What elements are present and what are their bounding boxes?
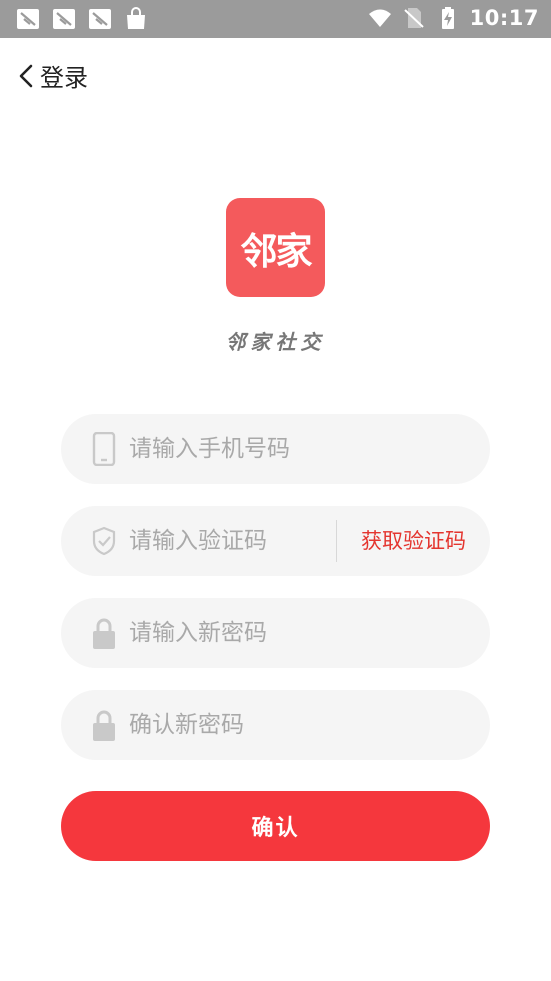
shield-icon — [92, 526, 116, 556]
notification-icon — [17, 9, 39, 29]
notification-icon — [53, 9, 75, 29]
phone-icon — [92, 432, 116, 466]
divider — [336, 520, 337, 562]
phone-input[interactable] — [129, 414, 469, 484]
status-bar-notifications — [16, 7, 148, 31]
status-bar: 10:17 — [0, 0, 551, 38]
wifi-icon — [368, 9, 391, 27]
back-button[interactable]: 登录 — [18, 58, 88, 93]
code-field: 获取验证码 — [61, 506, 490, 576]
lock-icon — [93, 618, 115, 649]
chevron-left-icon — [19, 64, 33, 87]
phone-field — [61, 414, 490, 484]
get-code-button[interactable]: 获取验证码 — [361, 506, 466, 576]
confirm-button[interactable]: 确认 — [61, 791, 490, 861]
shopping-bag-icon — [127, 7, 145, 29]
app-logo: 邻家 — [226, 198, 325, 297]
page-title: 登录 — [40, 64, 88, 92]
status-bar-system: 10:17 — [368, 6, 539, 30]
verification-code-input[interactable] — [129, 506, 329, 576]
no-sim-icon — [403, 8, 424, 28]
confirm-password-field — [61, 690, 490, 760]
status-time: 10:17 — [469, 6, 539, 30]
lock-icon — [93, 710, 115, 741]
new-password-input[interactable] — [129, 598, 469, 668]
confirm-password-input[interactable] — [129, 690, 469, 760]
notification-icon — [89, 9, 111, 29]
battery-charging-icon — [441, 7, 454, 29]
app-logo-text: 邻家 — [240, 229, 313, 273]
nav-bar: 登录 — [0, 38, 551, 108]
app-name: 邻家社交 — [225, 330, 326, 354]
new-password-field — [61, 598, 490, 668]
